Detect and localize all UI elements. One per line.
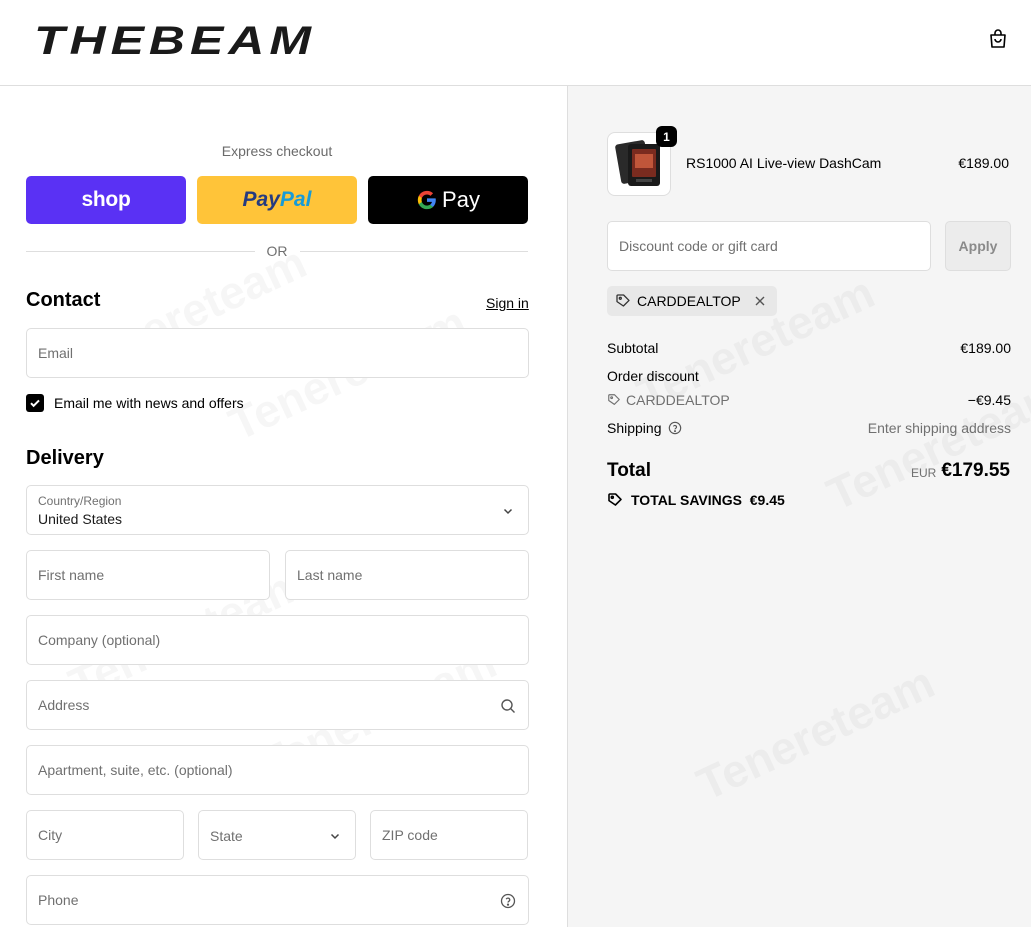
company-input[interactable] — [27, 616, 528, 664]
brand-logo[interactable]: THEBEAM — [34, 20, 318, 58]
phone-input[interactable] — [27, 876, 528, 924]
help-circle-icon[interactable] — [668, 421, 682, 435]
contact-title: Contact — [26, 289, 101, 311]
shopping-bag-icon[interactable] — [986, 27, 1010, 51]
phone-field[interactable] — [26, 875, 529, 925]
subtotal-row: Subtotal €189.00 — [607, 340, 1011, 356]
country-select[interactable]: Country/Region United States — [26, 485, 529, 535]
city-input[interactable] — [27, 811, 183, 859]
tag-icon — [616, 294, 630, 307]
total-value: €179.55 — [941, 460, 1010, 481]
or-label: OR — [266, 243, 288, 259]
sign-in-link[interactable]: Sign in — [486, 295, 529, 311]
svg-text:THEBEAM: THEBEAM — [34, 20, 316, 58]
subtotal-label: Subtotal — [607, 340, 659, 356]
paypal-label: PayPal — [242, 188, 312, 211]
chevron-down-icon — [503, 508, 513, 515]
site-header: THEBEAM — [0, 0, 1031, 86]
total-label: Total — [607, 460, 651, 481]
discount-code-field[interactable] — [607, 221, 931, 271]
discount-value: −€9.45 — [967, 392, 1011, 408]
watermark: Tenereteam — [689, 655, 943, 812]
chevron-down-icon — [330, 833, 340, 840]
delivery-title: Delivery — [26, 447, 104, 469]
total-savings: TOTAL SAVINGS €9.45 — [607, 492, 785, 508]
tag-icon — [608, 493, 622, 506]
applied-code-label: CARDDEALTOP — [637, 293, 741, 309]
email-input[interactable] — [27, 329, 528, 377]
last-name-field[interactable] — [285, 550, 529, 600]
total-savings-label: TOTAL SAVINGS €9.45 — [631, 492, 785, 508]
country-label: Country/Region — [38, 494, 122, 508]
discount-code-label: CARDDEALTOP — [626, 392, 730, 408]
help-circle-icon[interactable] — [500, 893, 516, 909]
company-field[interactable] — [26, 615, 529, 665]
state-select[interactable]: State — [198, 810, 356, 860]
search-icon — [501, 699, 515, 713]
apartment-field[interactable] — [26, 745, 529, 795]
shipping-label: Shipping — [607, 420, 662, 436]
address-field[interactable] — [26, 680, 529, 730]
remove-code-icon[interactable] — [753, 294, 767, 308]
state-label: State — [210, 828, 243, 844]
paypal-button[interactable]: PayPal — [197, 176, 357, 224]
google-g-icon — [417, 190, 436, 210]
applied-code-chip: CARDDEALTOP — [607, 286, 777, 316]
order-discount-row: Order discount — [607, 368, 1011, 384]
subtotal-value: €189.00 — [960, 340, 1011, 356]
zip-field[interactable] — [370, 810, 528, 860]
product-name: RS1000 AI Live-view DashCam — [686, 155, 882, 171]
checkmark-icon — [30, 399, 40, 408]
first-name-field[interactable] — [26, 550, 270, 600]
shipping-value: Enter shipping address — [867, 420, 1011, 436]
address-input[interactable] — [27, 681, 528, 729]
newsletter-checkbox-row[interactable]: Email me with news and offers — [26, 394, 244, 412]
or-divider: OR — [26, 241, 528, 261]
order-summary-column: Tenereteam Tenereteam Tenereteam 1 RS100… — [567, 86, 1031, 927]
tag-icon — [608, 394, 620, 405]
total-currency: EUR — [911, 466, 937, 480]
checkout-form-column: Tenereteam Tenereteam Tenereteam Teneret… — [0, 86, 567, 927]
newsletter-label: Email me with news and offers — [54, 395, 244, 411]
shipping-row: Shipping Enter shipping address — [607, 420, 1011, 436]
zip-input[interactable] — [371, 811, 527, 859]
shop-pay-label: shop — [81, 188, 131, 211]
first-name-input[interactable] — [27, 551, 269, 599]
newsletter-checkbox[interactable] — [26, 394, 44, 412]
google-pay-button[interactable]: Pay — [368, 176, 528, 224]
last-name-input[interactable] — [286, 551, 528, 599]
apartment-input[interactable] — [27, 746, 528, 794]
city-field[interactable] — [26, 810, 184, 860]
discount-code-input[interactable] — [608, 222, 930, 270]
shop-pay-button[interactable]: shop — [26, 176, 186, 224]
apply-discount-button[interactable]: Apply — [945, 221, 1011, 271]
google-pay-label: Pay — [442, 187, 480, 212]
watermark: Tenereteam — [819, 365, 1031, 522]
quantity-badge: 1 — [656, 126, 677, 147]
email-field[interactable] — [26, 328, 529, 378]
product-price: €189.00 — [958, 155, 1009, 171]
express-checkout-title: Express checkout — [221, 143, 333, 159]
country-value: United States — [38, 511, 123, 527]
order-discount-label: Order discount — [607, 368, 699, 384]
discount-code-row: CARDDEALTOP −€9.45 — [607, 392, 1011, 410]
